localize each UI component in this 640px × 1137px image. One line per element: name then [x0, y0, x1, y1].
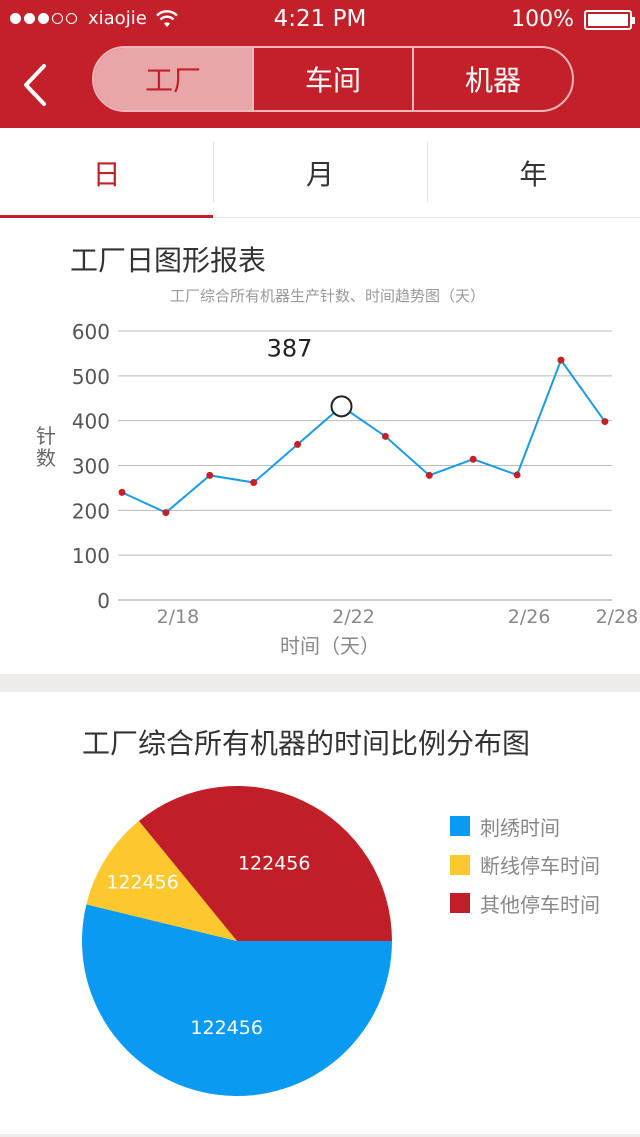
x-axis-label: 时间（天） [280, 634, 380, 658]
data-point [425, 471, 433, 479]
data-point [250, 479, 258, 487]
highlight-value-label: 387 [267, 334, 313, 362]
y-tick-label: 200 [72, 499, 110, 523]
legend-swatch [450, 893, 470, 914]
legend-label: 刺绣时间 [480, 815, 560, 840]
segment-workshop[interactable]: 车间 [254, 48, 414, 110]
legend-label: 其他停车时间 [480, 892, 600, 917]
period-tabs: 日 月 年 [0, 128, 640, 218]
x-tick-label: 2/22 [332, 606, 375, 628]
y-axis-label: 数 [36, 446, 56, 470]
y-tick-label: 100 [72, 544, 110, 568]
x-tick-label: 2/28 [596, 606, 639, 628]
tab-year[interactable]: 年 [426, 128, 640, 217]
line-chart-card: 工厂日图形报表 工厂综合所有机器生产针数、时间趋势图（天） 0 100 200 300… [0, 219, 640, 674]
pie-legend: 刺绣时间断线停车时间 其他停车时间 [450, 807, 600, 923]
data-point [557, 356, 565, 364]
y-tick-label: 600 [72, 320, 110, 344]
segment-machine[interactable]: 机器 [414, 48, 572, 110]
x-tick-label: 2/18 [157, 606, 200, 628]
data-point [381, 432, 389, 440]
battery-icon [584, 9, 635, 30]
series-line [121, 358, 606, 514]
y-tick-label: 400 [72, 410, 110, 434]
y-axis-label: 针 [36, 424, 56, 448]
battery-percent: 100% [511, 7, 574, 32]
y-tick-label: 300 [72, 455, 110, 479]
section-divider [0, 674, 640, 692]
legend-swatch [450, 816, 470, 837]
segment-factory[interactable]: 工厂 [94, 48, 254, 110]
legend-label: 断线停车时间 [480, 854, 600, 879]
line-chart: 0 100 200 300 400 500 600 针数 2/18 2/22 2/26 2/28 时间（… [36, 320, 639, 658]
data-point [118, 488, 126, 496]
tab-day[interactable]: 日 [0, 128, 214, 218]
data-point [162, 509, 170, 517]
highlighted-point [330, 395, 353, 418]
legend-item: 其他停车时间 [450, 884, 600, 923]
legend-swatch [450, 854, 470, 875]
pie-chart: 122456 122456 122456 [81, 786, 393, 1096]
data-point [206, 471, 214, 479]
status-bar: xiaojie 4:21 PM 100% [0, 0, 640, 40]
data-point [294, 440, 302, 448]
scope-segmented-control: 工厂 车间 机器 [92, 46, 574, 112]
data-point [469, 455, 477, 463]
pie-slice-label: 122456 [106, 871, 179, 893]
y-tick-label: 500 [72, 365, 110, 389]
pie-slice-label: 122456 [190, 1017, 263, 1039]
pie-chart-card: 工厂综合所有机器的时间比例分布图 122456 122456 122456 刺绣时间… [0, 692, 640, 1137]
back-icon[interactable] [16, 62, 56, 108]
x-tick-label: 2/26 [508, 606, 551, 628]
data-point [513, 471, 521, 479]
battery-area: 100% [511, 7, 635, 32]
legend-item: 断线停车时间 [450, 846, 600, 885]
nav-bar: 工厂 车间 机器 [0, 40, 640, 128]
pie-slice-label: 122456 [238, 853, 311, 875]
y-tick-label: 0 [97, 589, 110, 613]
tab-month[interactable]: 月 [213, 128, 426, 217]
data-point [601, 418, 609, 426]
legend-item: 刺绣时间 [450, 807, 600, 846]
